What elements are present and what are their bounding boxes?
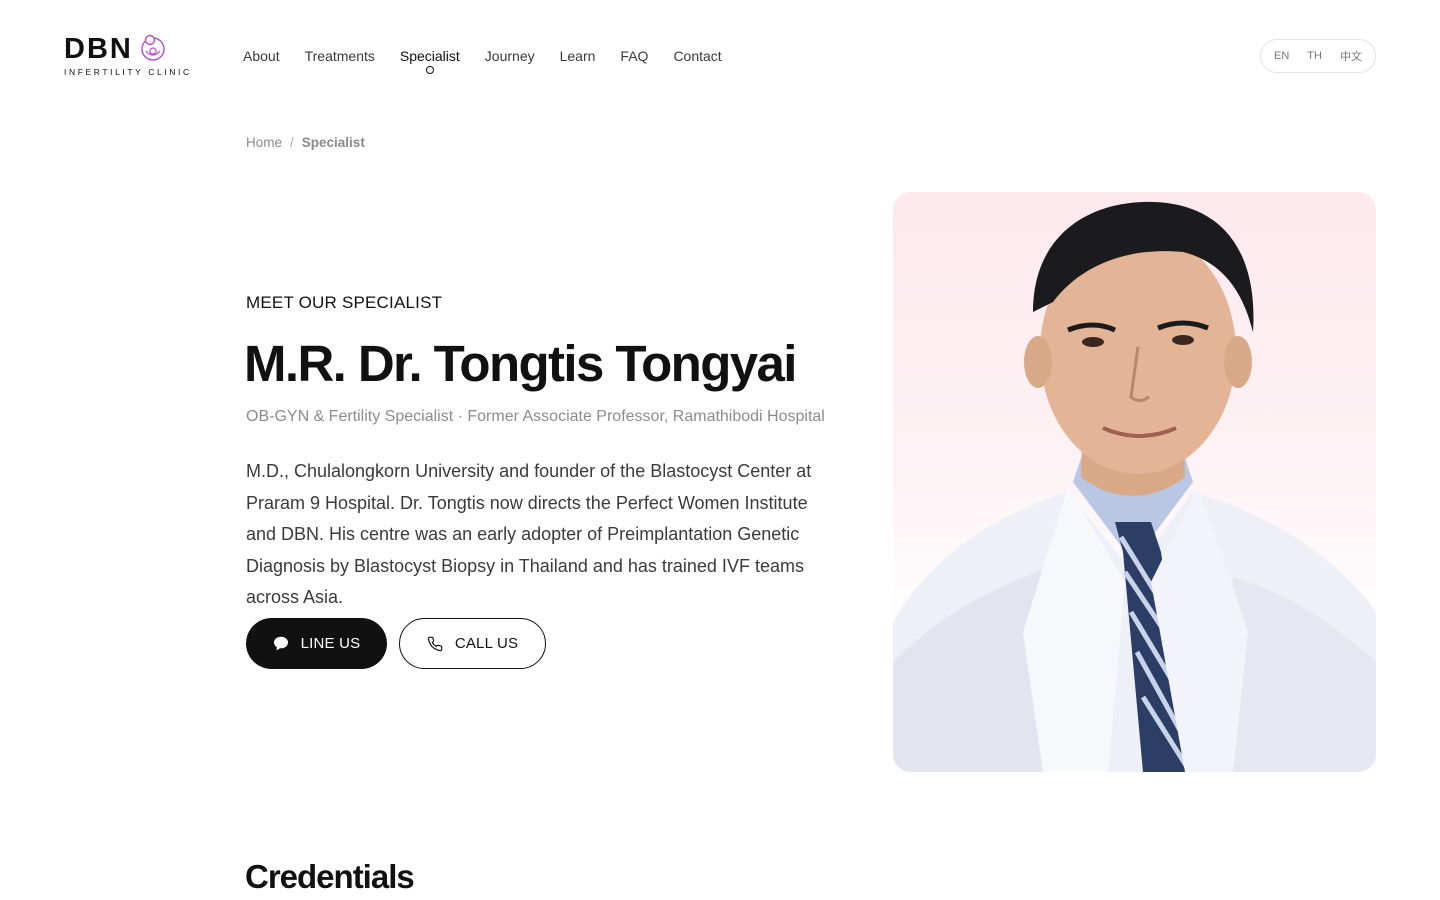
doctor-name: M.R. Dr. Tongtis Tongyai	[244, 335, 797, 392]
breadcrumb: Home / Specialist	[246, 135, 365, 150]
breadcrumb-current: Specialist	[301, 135, 365, 150]
call-us-button[interactable]: CALL US	[399, 618, 546, 669]
main-nav: About Treatments Specialist Journey Lear…	[243, 46, 722, 74]
line-us-button[interactable]: LINE US	[246, 618, 387, 669]
logo-wordmark: DBN	[64, 33, 133, 65]
nav-item-treatments[interactable]: Treatments	[305, 46, 375, 66]
lang-option-en[interactable]: EN	[1274, 50, 1289, 62]
lang-option-th[interactable]: TH	[1307, 50, 1322, 62]
chat-bubble-icon	[273, 636, 289, 651]
hero-eyebrow: MEET OUR SPECIALIST	[246, 293, 443, 312]
doctor-subtitle: OB-GYN & Fertility Specialist · Former A…	[246, 408, 825, 425]
site-header: DBN INFERTILITY CLINIC About Treatments …	[0, 0, 1440, 112]
phone-icon	[427, 636, 443, 652]
doctor-portrait-image	[893, 192, 1376, 772]
line-us-label: LINE US	[300, 635, 361, 652]
lang-option-zh[interactable]: 中文	[1340, 48, 1362, 64]
nav-item-contact[interactable]: Contact	[673, 46, 721, 66]
doctor-bio: M.D., Chulalongkorn University and found…	[246, 461, 812, 608]
nav-item-learn[interactable]: Learn	[560, 46, 596, 66]
clinic-logo[interactable]: DBN INFERTILITY CLINIC	[64, 32, 189, 80]
breadcrumb-home-link[interactable]: Home	[246, 135, 282, 150]
language-switcher: EN TH 中文	[1260, 39, 1376, 73]
nav-item-specialist-label: Specialist	[399, 48, 460, 64]
logo-mark-icon	[139, 33, 167, 63]
nav-item-journey[interactable]: Journey	[485, 46, 535, 66]
credentials-heading: Credentials	[245, 858, 415, 895]
active-indicator-icon	[425, 66, 434, 74]
nav-item-faq[interactable]: FAQ	[620, 46, 648, 66]
logo-tagline: INFERTILITY CLINIC	[64, 67, 192, 77]
call-us-label: CALL US	[454, 635, 519, 652]
nav-item-about[interactable]: About	[243, 46, 280, 66]
breadcrumb-separator: /	[290, 135, 294, 150]
nav-item-specialist[interactable]: Specialist	[399, 46, 460, 74]
